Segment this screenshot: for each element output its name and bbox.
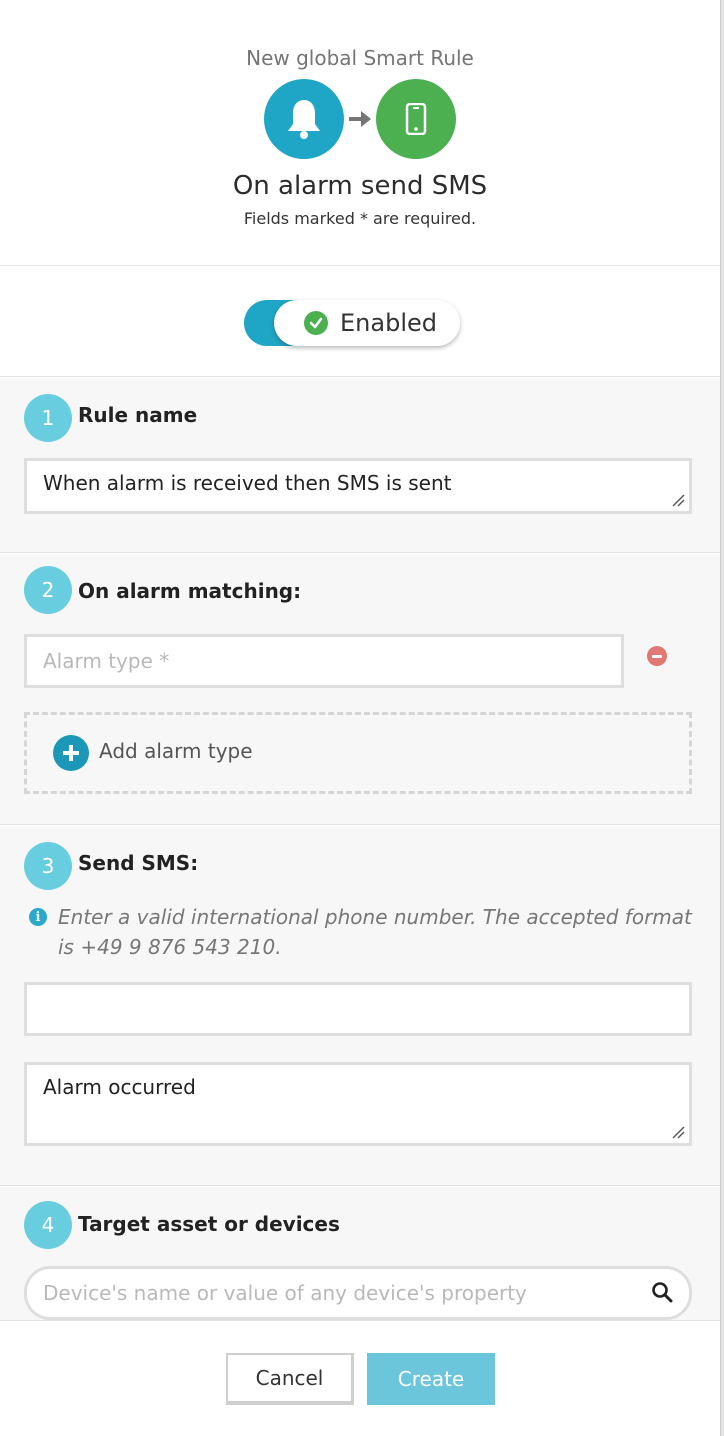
toggle-section: Enabled xyxy=(0,267,720,377)
alarm-type-placeholder: Alarm type * xyxy=(43,649,170,673)
search-icon[interactable] xyxy=(651,1281,673,1303)
alarm-type-input[interactable]: Alarm type * xyxy=(24,634,624,688)
step-target-devices: 4 Target asset or devices Device's name … xyxy=(0,1187,720,1320)
add-alarm-type-button[interactable]: Add alarm type xyxy=(99,739,253,763)
phone-format-hint: Enter a valid international phone number… xyxy=(58,905,692,959)
step-number-1: 1 xyxy=(24,394,72,442)
step-number-3: 3 xyxy=(24,842,72,890)
device-search-placeholder: Device's name or value of any device's p… xyxy=(43,1281,527,1305)
bell-icon xyxy=(264,79,344,159)
step-number-4: 4 xyxy=(24,1201,72,1249)
mobile-phone-icon xyxy=(376,79,456,159)
phone-number-input[interactable] xyxy=(24,982,692,1036)
sms-message-textarea[interactable]: Alarm occurred xyxy=(24,1062,692,1146)
step-title-send-sms: Send SMS: xyxy=(78,851,199,875)
create-button[interactable]: Create xyxy=(367,1353,495,1405)
add-alarm-type-dropzone[interactable]: Add alarm type xyxy=(24,712,692,794)
remove-alarm-type-icon[interactable] xyxy=(647,646,667,666)
rule-name-value: When alarm is received then SMS is sent xyxy=(43,471,452,495)
arrow-right-icon xyxy=(349,111,371,127)
enabled-toggle[interactable]: Enabled xyxy=(244,300,460,346)
sms-message-value: Alarm occurred xyxy=(43,1075,196,1099)
resize-handle-icon[interactable] xyxy=(671,493,685,507)
plus-circle-icon[interactable] xyxy=(53,735,89,771)
device-search-input[interactable]: Device's name or value of any device's p… xyxy=(24,1266,692,1320)
dialog-footer: Cancel Create xyxy=(0,1320,720,1436)
rule-icon-row xyxy=(264,79,456,159)
step-alarm-matching: 2 On alarm matching: Alarm type * Add al… xyxy=(0,554,720,825)
step-title-alarm-matching: On alarm matching: xyxy=(78,579,302,603)
window-edge xyxy=(720,0,724,1436)
dialog-header: New global Smart Rule On alarm send SMS … xyxy=(0,0,720,266)
step-number-2: 2 xyxy=(24,566,72,614)
toggle-label: Enabled xyxy=(340,309,437,337)
info-icon: i xyxy=(29,908,47,926)
toggle-knob[interactable]: Enabled xyxy=(274,300,460,346)
required-fields-note: Fields marked * are required. xyxy=(243,209,477,228)
step-title-target-devices: Target asset or devices xyxy=(78,1212,340,1236)
check-circle-icon xyxy=(304,311,328,335)
step-title-rule-name: Rule name xyxy=(78,403,198,427)
cancel-button[interactable]: Cancel xyxy=(226,1353,354,1405)
dialog-subtitle: New global Smart Rule xyxy=(246,46,474,70)
rule-name-textarea[interactable]: When alarm is received then SMS is sent xyxy=(24,458,692,514)
step-rule-name: 1 Rule name When alarm is received then … xyxy=(0,378,720,553)
rule-type-title: On alarm send SMS xyxy=(232,171,488,201)
resize-handle-icon[interactable] xyxy=(671,1125,685,1139)
step-send-sms: 3 Send SMS: i Enter a valid internationa… xyxy=(0,826,720,1186)
